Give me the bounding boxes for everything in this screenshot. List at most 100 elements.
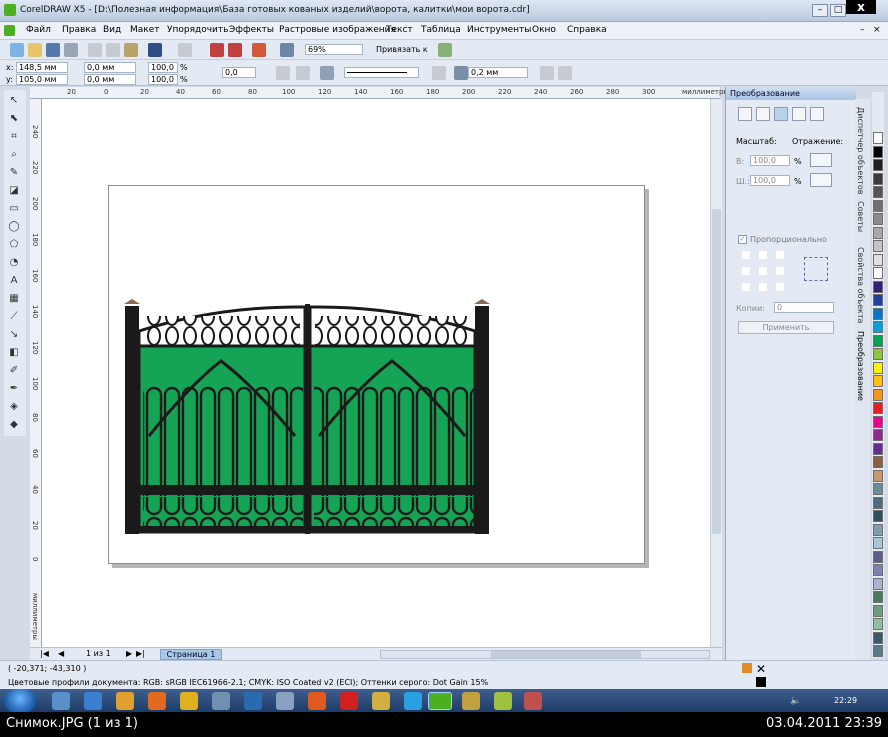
blend-tool-icon[interactable]: ◧ bbox=[7, 346, 21, 360]
palette-swatch[interactable] bbox=[873, 348, 883, 360]
options-icon[interactable] bbox=[438, 43, 452, 57]
palette-swatch[interactable] bbox=[873, 645, 883, 657]
palette-swatch[interactable] bbox=[873, 334, 883, 347]
menu-tools[interactable]: Инструменты bbox=[467, 25, 531, 35]
print-icon[interactable] bbox=[64, 43, 78, 57]
page-tab[interactable]: Страница 1 bbox=[160, 649, 222, 660]
volume-icon[interactable]: 🔈 bbox=[790, 696, 801, 706]
minimize-button[interactable]: – bbox=[812, 4, 828, 17]
doc-minimize-button[interactable]: – bbox=[860, 25, 865, 35]
size-icon[interactable] bbox=[792, 107, 806, 121]
mirror-vertical-button[interactable] bbox=[810, 173, 832, 187]
menu-bitmaps[interactable]: Растровые изображения bbox=[279, 25, 396, 35]
mirror-horizontal-button[interactable] bbox=[810, 153, 832, 167]
welcome-icon[interactable] bbox=[280, 43, 294, 57]
freehand-tool-icon[interactable]: ✎ bbox=[7, 166, 21, 180]
copies-field[interactable]: 0 bbox=[774, 302, 834, 313]
palette-swatch[interactable] bbox=[873, 199, 883, 212]
app4-taskbar-icon[interactable] bbox=[340, 692, 358, 710]
firefox-taskbar-icon[interactable] bbox=[148, 692, 166, 710]
to-front-icon[interactable] bbox=[540, 66, 554, 80]
palette-swatch[interactable] bbox=[873, 564, 883, 576]
proportional-checkbox[interactable]: ✓ bbox=[738, 235, 747, 244]
tab-hints[interactable]: Советы bbox=[856, 201, 865, 232]
palette-swatch[interactable] bbox=[873, 631, 883, 644]
palette-swatch[interactable] bbox=[873, 402, 883, 414]
palette-swatch[interactable] bbox=[873, 321, 883, 333]
palette-swatch[interactable] bbox=[873, 469, 883, 482]
palette-swatch[interactable] bbox=[873, 510, 883, 522]
tab-object-manager[interactable]: Диспетчер объектов bbox=[856, 107, 865, 194]
outline-width-field[interactable]: 0,2 мм bbox=[468, 67, 528, 78]
palette-swatch[interactable] bbox=[873, 280, 883, 293]
scale-width-field[interactable]: 100,0 bbox=[750, 175, 790, 186]
fill-indicator-icon[interactable] bbox=[742, 663, 752, 673]
menu-arrange[interactable]: Упорядочить bbox=[167, 25, 228, 35]
x-position-field[interactable]: 148,5 мм bbox=[16, 62, 68, 73]
undo-icon[interactable] bbox=[148, 43, 162, 57]
mirror-horizontal-icon[interactable] bbox=[276, 66, 290, 80]
horizontal-scrollbar[interactable] bbox=[380, 650, 710, 659]
zoom-level-select[interactable]: 69% bbox=[305, 44, 363, 55]
system-clock[interactable]: 22:29 bbox=[834, 696, 857, 705]
maximize-button[interactable]: □ bbox=[830, 4, 846, 17]
palette-swatch[interactable] bbox=[873, 186, 883, 198]
outline-color-swatch[interactable] bbox=[756, 677, 766, 687]
basic-shapes-icon[interactable]: ◔ bbox=[7, 256, 21, 270]
gate-drawing[interactable] bbox=[109, 186, 646, 565]
rotate-icon[interactable] bbox=[756, 107, 770, 121]
palette-swatch[interactable] bbox=[873, 537, 883, 549]
menu-text[interactable]: Текст bbox=[386, 25, 413, 35]
app2-taskbar-icon[interactable] bbox=[276, 692, 294, 710]
palette-swatch[interactable] bbox=[873, 226, 883, 239]
ie-taskbar-icon[interactable] bbox=[84, 692, 102, 710]
app5-taskbar-icon[interactable] bbox=[372, 692, 390, 710]
scale-x-field[interactable]: 100,0 bbox=[148, 62, 178, 73]
palette-swatch[interactable] bbox=[873, 132, 883, 144]
palette-swatch[interactable] bbox=[873, 577, 883, 590]
media-taskbar-icon[interactable] bbox=[180, 692, 198, 710]
outline-tool-icon[interactable]: ✒ bbox=[7, 382, 21, 396]
palette-swatch[interactable] bbox=[873, 523, 883, 536]
table-tool-icon[interactable]: ▦ bbox=[7, 292, 21, 306]
app7-taskbar-icon[interactable] bbox=[494, 692, 512, 710]
menu-file[interactable]: Файл bbox=[26, 25, 51, 35]
crop-tool-icon[interactable]: ⌗ bbox=[7, 130, 21, 144]
palette-swatch[interactable] bbox=[873, 253, 883, 266]
palette-swatch[interactable] bbox=[873, 307, 883, 320]
copy-icon[interactable] bbox=[106, 43, 120, 57]
palette-swatch[interactable] bbox=[873, 550, 883, 563]
ellipse-tool-icon[interactable]: ◯ bbox=[7, 220, 21, 234]
start-button[interactable] bbox=[4, 689, 36, 712]
polygon-tool-icon[interactable]: ⬠ bbox=[7, 238, 21, 252]
skew-icon[interactable] bbox=[810, 107, 824, 121]
menu-help[interactable]: Справка bbox=[567, 25, 607, 35]
next-page-button[interactable]: ▶ bbox=[126, 649, 132, 658]
palette-swatch[interactable] bbox=[873, 159, 883, 171]
outline-style-select[interactable] bbox=[344, 67, 419, 78]
palette-swatch[interactable] bbox=[873, 591, 883, 603]
export-icon[interactable] bbox=[228, 43, 242, 57]
color-profile-info[interactable]: Цветовые профили документа: RGB: sRGB IE… bbox=[8, 678, 488, 687]
horizontal-scroll-thumb[interactable] bbox=[491, 651, 641, 658]
last-page-button[interactable]: ▶| bbox=[136, 649, 145, 658]
to-back-icon[interactable] bbox=[558, 66, 572, 80]
palette-swatch[interactable] bbox=[873, 415, 883, 428]
app8-taskbar-icon[interactable] bbox=[524, 692, 542, 710]
palette-swatch[interactable] bbox=[873, 429, 883, 441]
y-position-field[interactable]: 105,0 мм bbox=[16, 74, 68, 85]
pick-tool-icon[interactable]: ↖ bbox=[7, 94, 21, 108]
menu-view[interactable]: Вид bbox=[103, 25, 121, 35]
palette-swatch[interactable] bbox=[873, 496, 883, 509]
dimension-tool-icon[interactable]: ⟋ bbox=[7, 310, 21, 324]
tab-transformation[interactable]: Преобразование bbox=[856, 331, 865, 401]
palette-swatch[interactable] bbox=[873, 294, 883, 306]
palette-swatch[interactable] bbox=[873, 618, 883, 630]
close-button[interactable]: x bbox=[846, 0, 876, 14]
zoom-tool-icon[interactable]: ⌕ bbox=[7, 148, 21, 162]
first-page-button[interactable]: |◀ bbox=[40, 649, 49, 658]
menu-edit[interactable]: Правка bbox=[62, 25, 96, 35]
fill-tool-icon[interactable]: ◈ bbox=[7, 400, 21, 414]
import-icon[interactable] bbox=[210, 43, 224, 57]
palette-swatch[interactable] bbox=[873, 267, 883, 279]
